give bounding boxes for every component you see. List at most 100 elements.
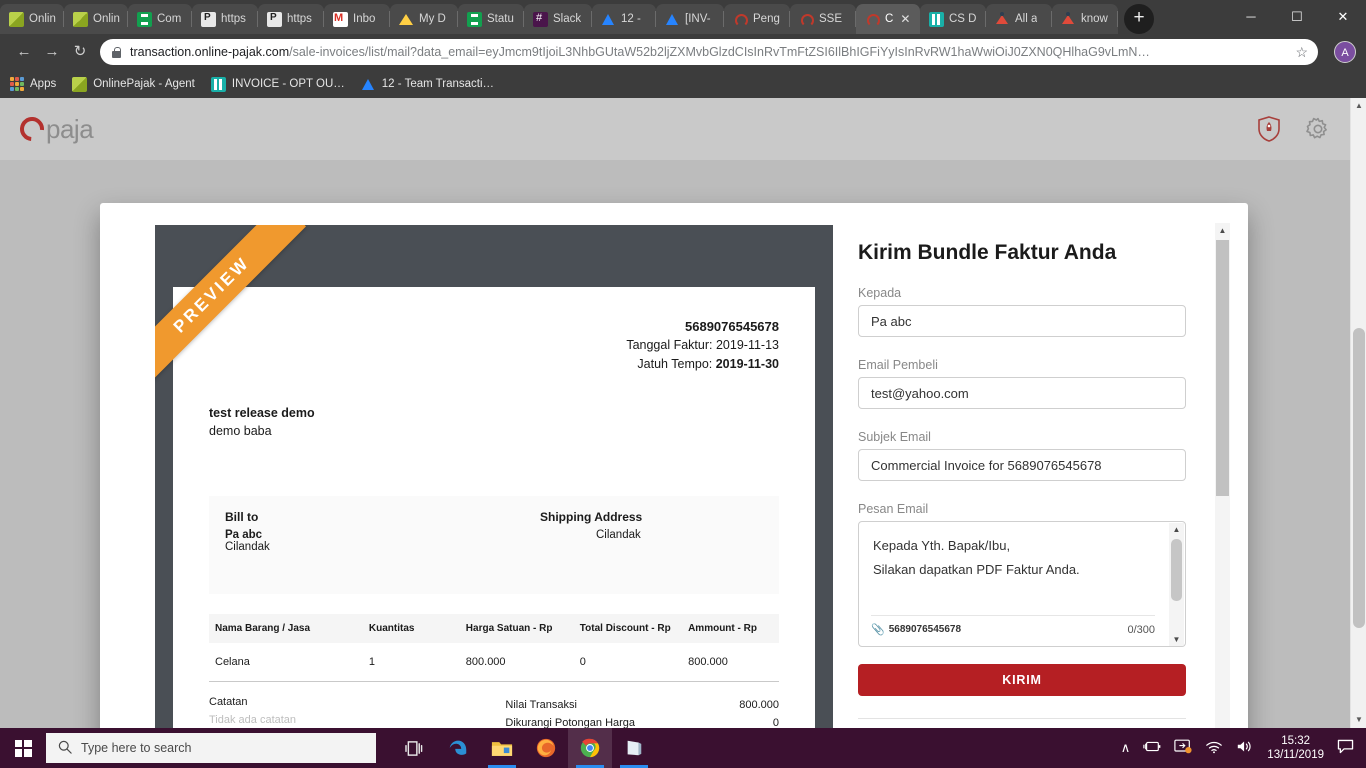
- taskbar-search[interactable]: Type here to search: [46, 733, 376, 763]
- back-icon[interactable]: ←: [10, 38, 38, 66]
- reload-icon[interactable]: ↻: [66, 38, 94, 66]
- email-label: Email Pembeli: [858, 358, 938, 372]
- seller-name: test release demo: [209, 406, 315, 420]
- forward-icon[interactable]: →: [38, 38, 66, 66]
- maximize-button[interactable]: ☐: [1274, 0, 1320, 34]
- textarea-scrollbar[interactable]: ▲ ▼: [1169, 523, 1184, 646]
- bookmarks-bar: Apps OnlinePajak - Agent INVOICE - OPT O…: [0, 70, 1366, 98]
- browser-tab[interactable]: All a: [986, 4, 1052, 34]
- browser-tab[interactable]: SSE: [790, 4, 856, 34]
- browser-tab[interactable]: Inbo: [324, 4, 390, 34]
- minimize-button[interactable]: ─: [1228, 0, 1274, 34]
- tab-label: All a: [1015, 13, 1038, 25]
- browser-tab[interactable]: CS D: [920, 4, 986, 34]
- wifi-icon[interactable]: [1205, 740, 1223, 757]
- address-bar[interactable]: transaction.online-pajak.com/sale-invoic…: [100, 39, 1318, 65]
- file-explorer-icon[interactable]: [480, 728, 524, 768]
- message-body[interactable]: Kepada Yth. Bapak/Ibu, Silakan dapatkan …: [859, 522, 1185, 582]
- bookmark-item[interactable]: INVOICE - OPT OU…: [210, 76, 345, 92]
- slack-favicon-icon: [533, 11, 548, 27]
- clock-date: 13/11/2019: [1267, 749, 1324, 761]
- bookmark-star-icon[interactable]: ☆: [1295, 44, 1308, 61]
- seller-block: test release demo demo baba: [209, 404, 779, 440]
- shipping-column: Shipping Address Cilandak: [494, 510, 763, 572]
- close-tab-icon[interactable]: ✕: [900, 12, 910, 26]
- gmail-favicon-icon: [333, 11, 348, 27]
- volume-icon[interactable]: [1236, 739, 1254, 757]
- browser-tab[interactable]: https: [192, 4, 258, 34]
- url-text: transaction.online-pajak.com/sale-invoic…: [130, 45, 1291, 59]
- browser-tab[interactable]: [INV-: [656, 4, 724, 34]
- gear-icon[interactable]: [1306, 117, 1330, 141]
- tab-label: CS D: [949, 13, 977, 25]
- table-row: Celana 1 800.000 0 800.000: [209, 643, 779, 682]
- browser-tab[interactable]: Com: [128, 4, 192, 34]
- send-button[interactable]: KIRIM: [858, 664, 1186, 696]
- scroll-up-icon[interactable]: ▲: [1169, 523, 1184, 537]
- scroll-up-icon[interactable]: ▲: [1215, 223, 1230, 238]
- browser-tab[interactable]: My D: [390, 4, 458, 34]
- start-button[interactable]: [0, 728, 46, 768]
- browser-tab[interactable]: Statu: [458, 4, 524, 34]
- seller-address: demo baba: [209, 424, 272, 438]
- bookmark-item[interactable]: 12 - Team Transacti…: [361, 77, 494, 92]
- firefox-icon[interactable]: [524, 728, 568, 768]
- browser-tab[interactable]: https: [258, 4, 324, 34]
- edge-icon[interactable]: [436, 728, 480, 768]
- profile-avatar[interactable]: A: [1334, 41, 1356, 63]
- browser-tab[interactable]: Onlin: [0, 4, 64, 34]
- window-controls: ─ ☐ ✕: [1228, 0, 1366, 34]
- page-scrollbar[interactable]: ▲ ▼: [1350, 98, 1366, 728]
- chrome-icon[interactable]: [568, 728, 612, 768]
- browser-tab[interactable]: Onlin: [64, 4, 128, 34]
- recipient-input[interactable]: [858, 305, 1186, 337]
- close-window-button[interactable]: ✕: [1320, 0, 1366, 34]
- screen-icon[interactable]: [1174, 739, 1192, 757]
- scrollbar-thumb[interactable]: [1216, 240, 1229, 496]
- message-label: Pesan Email: [858, 502, 929, 516]
- scrollbar-thumb[interactable]: [1353, 328, 1365, 628]
- browser-tab-active[interactable]: C ✕: [856, 4, 920, 34]
- bookmark-label: 12 - Team Transacti…: [381, 78, 495, 90]
- modal-scrollbar[interactable]: ▲ ▼: [1215, 223, 1230, 728]
- notification-icon[interactable]: [1337, 739, 1354, 758]
- tab-label: Onlin: [93, 13, 120, 25]
- browser-tab[interactable]: Slack: [524, 4, 592, 34]
- attachment-chip[interactable]: 📎 5689076545678: [871, 623, 961, 636]
- address-block: Bill to Pa abc Cilandak Shipping Address…: [209, 496, 779, 594]
- summary-value: 0: [772, 717, 779, 728]
- jira-favicon-icon: [601, 12, 616, 27]
- scroll-down-icon[interactable]: ▼: [1169, 633, 1184, 646]
- invoice-paper: 5689076545678 Tanggal Faktur: 2019-11-13…: [173, 287, 815, 728]
- browser-tab[interactable]: Peng: [724, 4, 790, 34]
- browser-tab[interactable]: 12 -: [592, 4, 656, 34]
- pajak-ring-favicon-icon: [865, 12, 880, 27]
- search-placeholder: Type here to search: [81, 741, 192, 755]
- message-textarea[interactable]: Kepada Yth. Bapak/Ibu, Silakan dapatkan …: [858, 521, 1186, 647]
- scrollbar-thumb[interactable]: [1171, 539, 1182, 601]
- taskbar-clock[interactable]: 15:32 13/11/2019: [1267, 734, 1324, 762]
- tab-label: know: [1081, 13, 1108, 25]
- summary-line: Dikurangi Potongan Harga 0: [505, 714, 779, 728]
- tray-expand-icon[interactable]: ∧: [1121, 740, 1131, 756]
- task-view-icon[interactable]: [392, 728, 436, 768]
- scroll-down-icon[interactable]: ▼: [1351, 712, 1366, 728]
- bookmark-item[interactable]: OnlinePajak - Agent: [72, 76, 195, 92]
- table-head: Nama Barang / Jasa Kuantitas Harga Satua…: [209, 614, 779, 643]
- scroll-up-icon[interactable]: ▲: [1351, 98, 1366, 114]
- browser-tab[interactable]: know: [1052, 4, 1118, 34]
- store-icon[interactable]: [612, 728, 656, 768]
- new-tab-button[interactable]: +: [1124, 4, 1154, 34]
- logo-text: paja: [46, 113, 94, 144]
- email-input[interactable]: [858, 377, 1186, 409]
- subject-input[interactable]: [858, 449, 1186, 481]
- lock-icon: [110, 46, 123, 59]
- clock-time: 15:32: [1281, 735, 1311, 747]
- bookmark-apps[interactable]: Apps: [10, 77, 56, 91]
- rocket-shield-icon[interactable]: [1258, 116, 1280, 142]
- summary-label: Dikurangi Potongan Harga: [505, 717, 636, 728]
- send-form: Kirim Bundle Faktur Anda Kepada Email Pe…: [858, 225, 1204, 728]
- battery-icon[interactable]: [1143, 740, 1161, 756]
- column-header: Ammount - Rp: [682, 614, 779, 643]
- invoice-date-line: Tanggal Faktur: 2019-11-13: [209, 336, 779, 355]
